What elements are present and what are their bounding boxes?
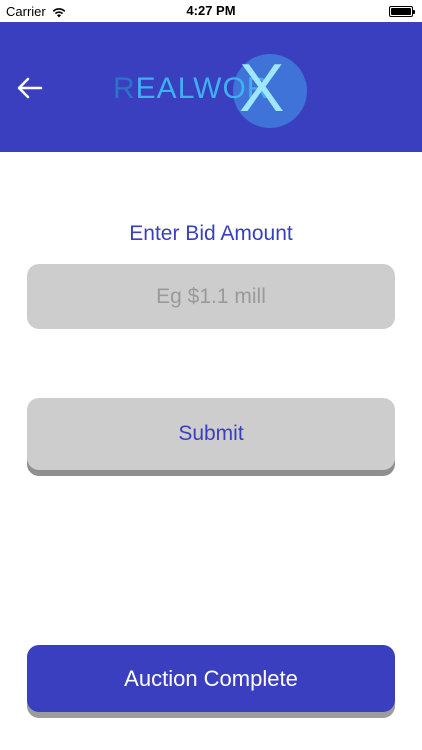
auction-complete-button[interactable]: Auction Complete [27,645,395,712]
battery-icon [389,6,415,17]
app-header: REALWOR X [0,22,422,152]
arrow-left-icon [17,77,43,99]
submit-button[interactable]: Submit [27,398,395,470]
battery-level [391,8,411,15]
back-button[interactable] [14,72,46,104]
status-bar: Carrier 4:27 PM [0,0,422,22]
logo-letter-x: X [239,50,285,126]
logo-letter-r: R [113,72,136,105]
status-time: 4:27 PM [186,3,236,18]
bid-amount-input[interactable] [27,264,395,329]
bid-amount-label: Enter Bid Amount [129,222,293,245]
realworx-logo: REALWOR X [113,50,313,128]
